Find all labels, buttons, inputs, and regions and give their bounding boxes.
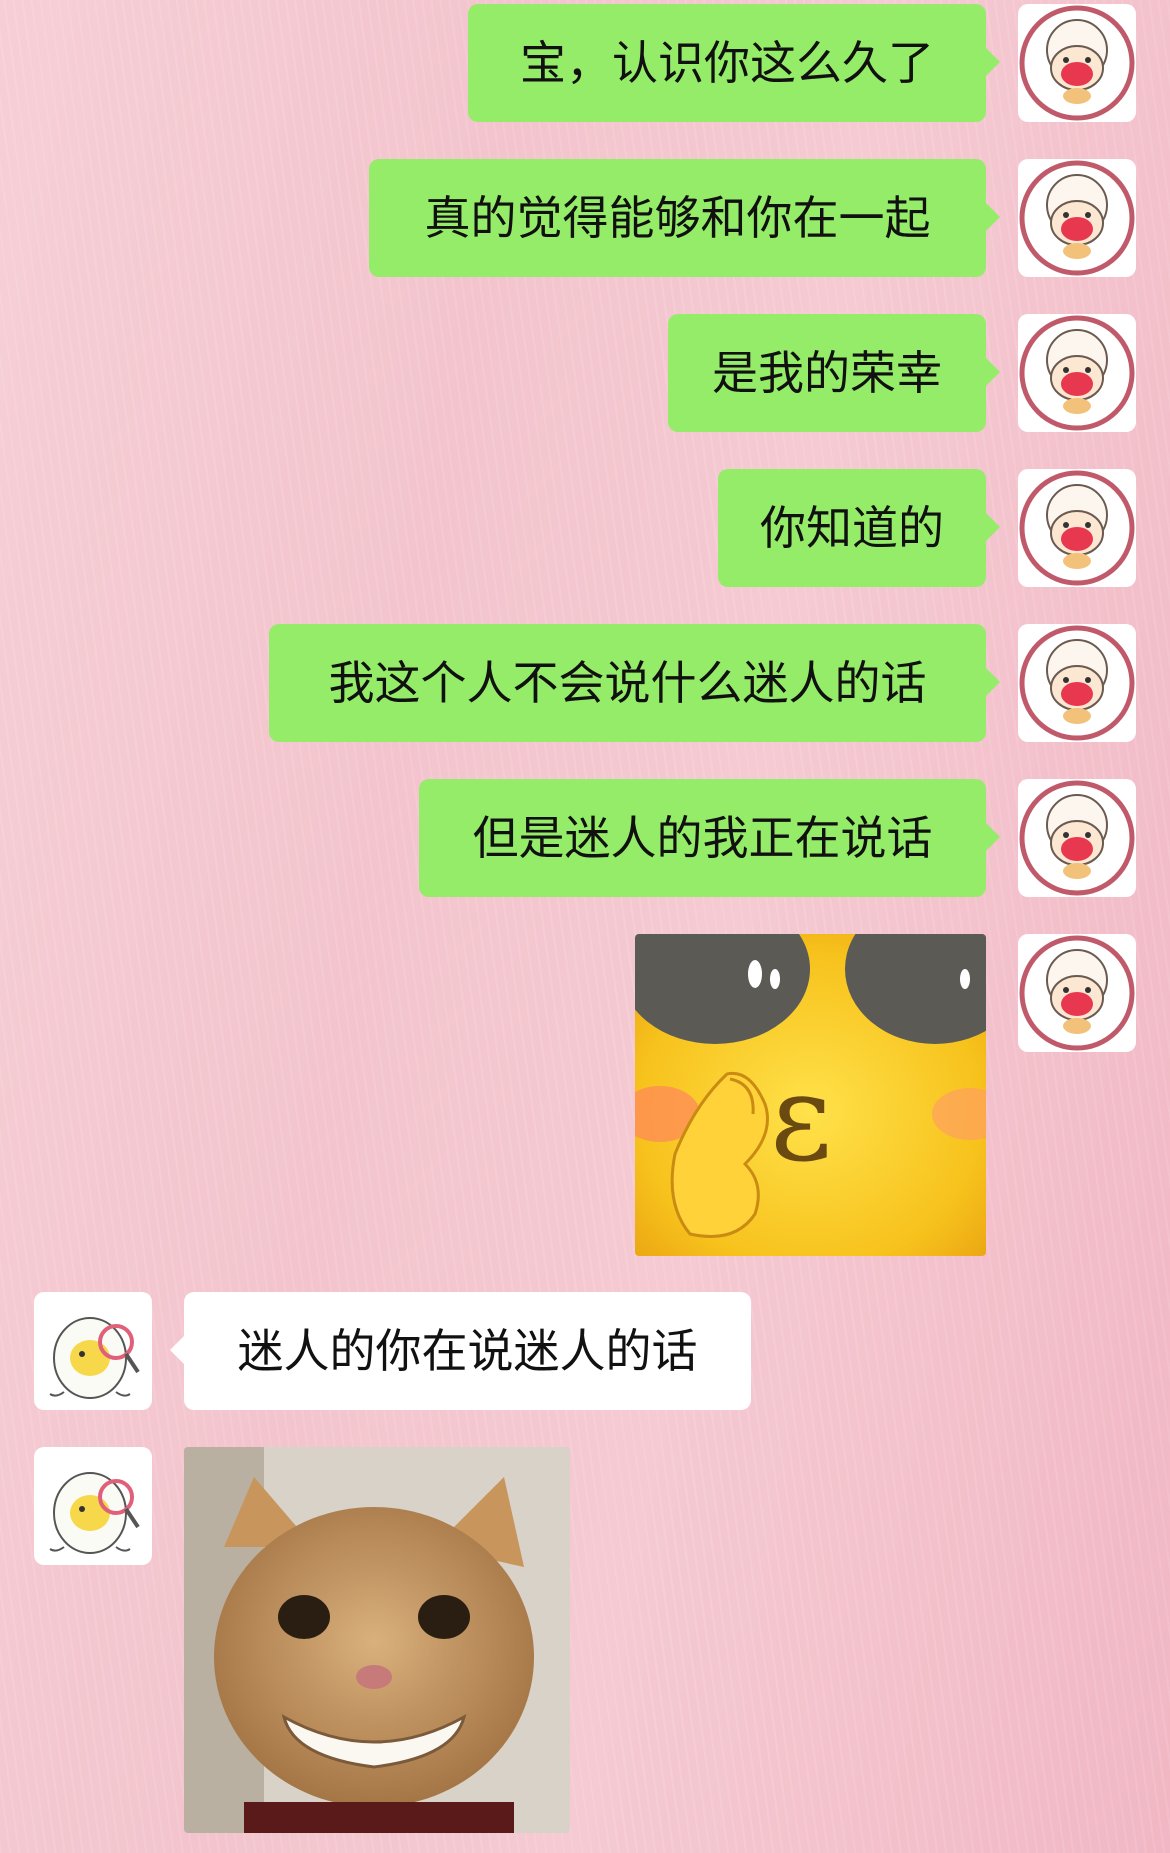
smiling-cat-sticker[interactable] (184, 1447, 570, 1833)
message-text: 但是迷人的我正在说话 (472, 811, 933, 865)
sheep-avatar-icon[interactable] (1018, 314, 1136, 432)
message-text: 宝，认识你这么久了 (520, 36, 934, 90)
outgoing-message-bubble[interactable]: 宝，认识你这么久了 (468, 4, 1000, 122)
sheep-avatar-icon[interactable] (1018, 624, 1136, 742)
sheep-avatar-icon[interactable] (1018, 469, 1136, 587)
egg-with-magnifier-avatar-icon[interactable] (34, 1292, 152, 1410)
sheep-avatar-icon[interactable] (1018, 4, 1136, 122)
sheep-avatar-icon[interactable] (1018, 934, 1136, 1052)
outgoing-message-bubble[interactable]: 但是迷人的我正在说话 (419, 779, 1000, 897)
outgoing-message-bubble[interactable]: 我这个人不会说什么迷人的话 (269, 624, 1000, 742)
sticker-text: ε (770, 1049, 832, 1188)
message-text: 迷人的你在说迷人的话 (237, 1324, 698, 1378)
chat-area: 宝，认识你这么久了 真的觉得能够和你在一起 是我的荣幸 你知道的 我这个人不会说… (0, 0, 1170, 1853)
blushing-duck-face-sticker[interactable]: ε (635, 934, 986, 1256)
sheep-avatar-icon[interactable] (1018, 159, 1136, 277)
message-text: 真的觉得能够和你在一起 (424, 191, 931, 245)
egg-with-magnifier-avatar-icon[interactable] (34, 1447, 152, 1565)
outgoing-message-bubble[interactable]: 你知道的 (718, 469, 1000, 587)
message-text: 是我的荣幸 (712, 346, 942, 400)
outgoing-message-bubble[interactable]: 真的觉得能够和你在一起 (369, 159, 1000, 277)
message-text: 我这个人不会说什么迷人的话 (328, 656, 927, 710)
sheep-avatar-icon[interactable] (1018, 779, 1136, 897)
message-text: 你知道的 (760, 501, 944, 555)
outgoing-message-bubble[interactable]: 是我的荣幸 (668, 314, 1000, 432)
incoming-message-bubble[interactable]: 迷人的你在说迷人的话 (170, 1292, 751, 1410)
